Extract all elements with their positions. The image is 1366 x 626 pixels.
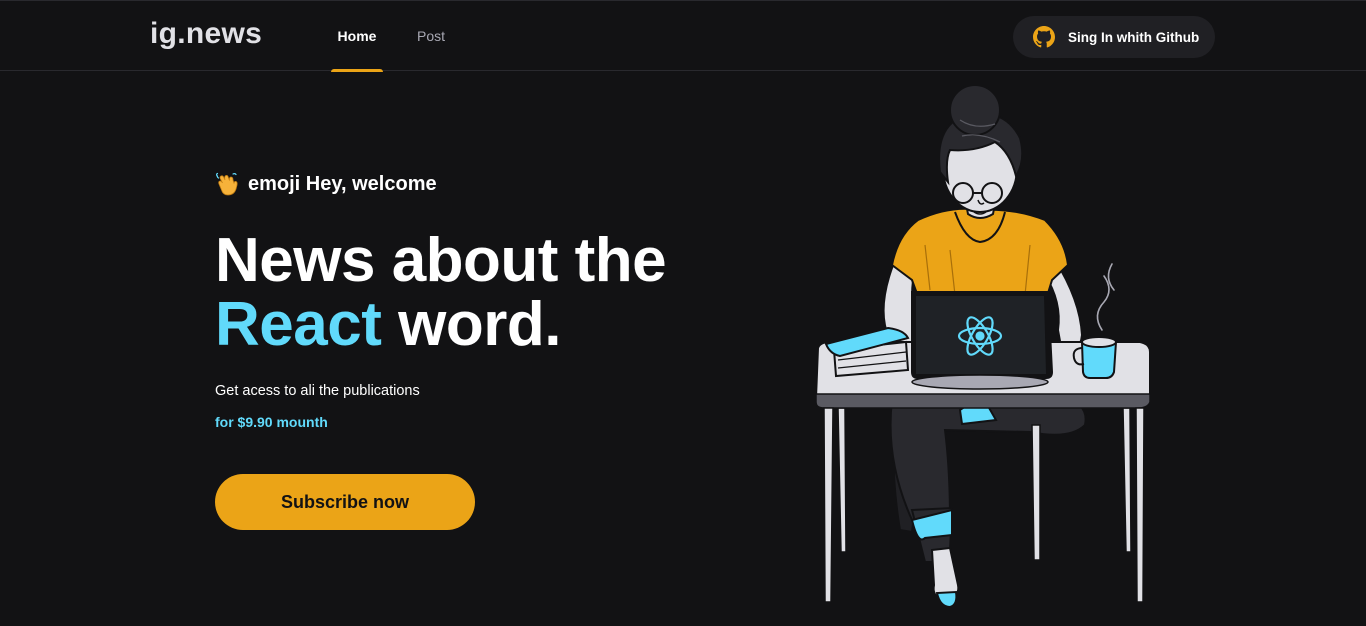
github-signin-label: Sing In whith Github <box>1068 29 1200 45</box>
greeting-text: emoji Hey, welcome <box>248 172 437 195</box>
headline-accent: React <box>215 290 382 359</box>
github-signin-button[interactable]: Sing In whith Github <box>1013 16 1215 58</box>
logo[interactable]: ig.news <box>150 17 262 51</box>
github-icon <box>1033 26 1055 48</box>
headline: News about the React word. <box>215 226 667 359</box>
nav-home[interactable]: Home <box>331 1 383 72</box>
app-header: ig.news Home Post Sing In whith Github <box>0 0 1366 72</box>
woman-coding-illustration <box>814 84 1151 609</box>
subtitle: Get acess to ali the publications <box>215 383 420 399</box>
waving-hand-icon <box>216 172 238 196</box>
main-nav: Home Post <box>331 1 445 72</box>
nav-post[interactable]: Post <box>417 1 445 71</box>
price-text: for $9.90 mounth <box>215 414 328 430</box>
subscribe-button[interactable]: Subscribe now <box>215 474 475 530</box>
headline-line1: News about the <box>215 226 667 295</box>
greeting: emoji Hey, welcome <box>215 171 437 197</box>
headline-rest: word. <box>381 290 561 359</box>
